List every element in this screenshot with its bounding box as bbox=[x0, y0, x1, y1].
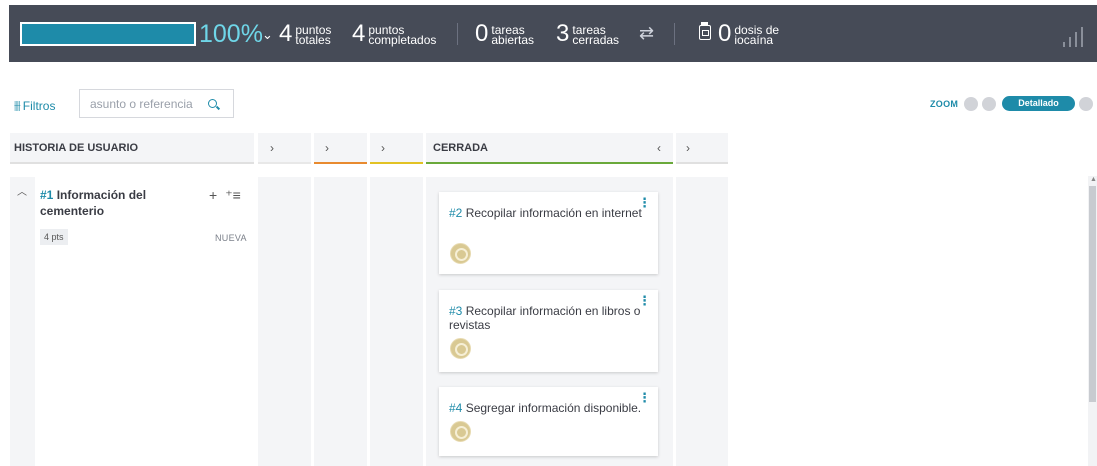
zoom-level-2[interactable] bbox=[982, 96, 997, 111]
task-card[interactable]: ⋮ #2 Recopilar información en internet bbox=[439, 192, 658, 274]
column-header-closed: CERRADA ‹ bbox=[426, 133, 673, 163]
avatar[interactable] bbox=[450, 243, 471, 264]
story-actions: + ⁺≡ bbox=[209, 187, 249, 204]
filter-sliders-icon: ⫲⫲ bbox=[14, 98, 21, 112]
story-name[interactable]: Información del cementerio bbox=[40, 188, 146, 218]
task-ref[interactable]: #3 bbox=[449, 304, 462, 318]
search-input[interactable] bbox=[90, 96, 205, 111]
column-header-collapsed-2[interactable]: › bbox=[314, 133, 367, 163]
collapse-up-icon[interactable]: ︿ bbox=[17, 183, 27, 198]
task-title[interactable]: #3 Recopilar información en libros o rev… bbox=[449, 304, 649, 332]
column-underline bbox=[370, 162, 423, 164]
task-name[interactable]: Segregar información disponible. bbox=[466, 401, 641, 415]
filters-label: Filtros bbox=[22, 98, 56, 113]
column-body-collapsed-2 bbox=[314, 177, 367, 466]
open-tasks-label: tareas abiertas bbox=[491, 22, 535, 47]
chart-bars-icon[interactable] bbox=[1061, 25, 1087, 47]
column-header-collapsed-3[interactable]: › bbox=[370, 133, 423, 163]
bulk-add-tasks-icon[interactable]: ⁺≡ bbox=[225, 187, 241, 203]
progress-bar bbox=[20, 22, 196, 46]
iocaine-stat: 0 dosis de iocaína bbox=[718, 21, 779, 47]
user-story-row: ︿ #1 Información del cementerio + ⁺≡ 4 pt… bbox=[10, 177, 254, 466]
scrollbar-thumb[interactable] bbox=[1089, 186, 1096, 402]
column-underline bbox=[676, 162, 728, 164]
divider bbox=[457, 23, 458, 45]
iocaine-label: dosis de iocaína bbox=[734, 22, 780, 47]
iocaine-value: 0 bbox=[718, 20, 732, 47]
task-ref[interactable]: #2 bbox=[449, 206, 462, 220]
total-points-label: puntos totales bbox=[295, 22, 332, 47]
progress-percent: 100% bbox=[199, 20, 263, 48]
task-ref[interactable]: #4 bbox=[449, 401, 462, 415]
zoom-level-detailed[interactable]: Detallado bbox=[1002, 96, 1075, 111]
divider bbox=[674, 23, 675, 45]
task-name[interactable]: Recopilar información en internet bbox=[466, 206, 642, 220]
search-field bbox=[79, 89, 234, 118]
open-tasks-stat: 0 tareas abiertas bbox=[475, 21, 534, 47]
total-points-value: 4 bbox=[279, 20, 293, 47]
column-body-collapsed-3 bbox=[370, 177, 423, 466]
column-title-story: HISTORIA DE USUARIO bbox=[14, 142, 139, 154]
avatar[interactable] bbox=[450, 338, 471, 359]
task-card[interactable]: ⋮ #3 Recopilar información en libros o r… bbox=[439, 290, 658, 372]
column-underline bbox=[258, 162, 311, 164]
column-header-collapsed-1[interactable]: › bbox=[258, 133, 311, 163]
completed-points-label: puntos completados bbox=[368, 22, 437, 47]
column-body-collapsed-1 bbox=[258, 177, 311, 466]
open-tasks-value: 0 bbox=[475, 20, 489, 47]
column-header-story: HISTORIA DE USUARIO bbox=[10, 133, 254, 163]
stats-bar: 100% ⌄ 4 puntos totales 4 puntos complet… bbox=[9, 5, 1097, 62]
task-title[interactable]: #2 Recopilar información en internet bbox=[449, 206, 649, 220]
collapse-arrow-icon[interactable]: ‹ bbox=[657, 141, 661, 155]
expand-arrow-icon[interactable]: › bbox=[270, 141, 274, 155]
expand-arrow-icon[interactable]: › bbox=[686, 141, 690, 155]
completed-points-stat: 4 puntos completados bbox=[352, 21, 436, 47]
zoom-level-4[interactable] bbox=[1078, 96, 1093, 111]
column-title-closed: CERRADA bbox=[433, 142, 488, 154]
zoom-level-1[interactable] bbox=[964, 96, 979, 111]
iocaine-jar-icon bbox=[699, 22, 711, 40]
search-icon[interactable] bbox=[208, 99, 217, 108]
add-task-icon[interactable]: + bbox=[209, 187, 217, 203]
filters-button[interactable]: ⫲⫲ Filtros bbox=[14, 98, 55, 113]
story-ref[interactable]: #1 bbox=[40, 188, 53, 202]
scroll-up-icon[interactable]: ▲ bbox=[1090, 176, 1097, 183]
expand-arrow-icon[interactable]: › bbox=[325, 141, 329, 155]
closed-tasks-stat: 3 tareas cerradas bbox=[556, 21, 619, 47]
zoom-control: ZOOM Detallado bbox=[930, 96, 1097, 111]
column-body-collapsed-4 bbox=[676, 177, 728, 466]
expand-arrow-icon[interactable]: › bbox=[381, 141, 385, 155]
avatar[interactable] bbox=[450, 421, 471, 442]
zoom-label: ZOOM bbox=[930, 98, 959, 109]
column-underline bbox=[426, 162, 673, 164]
story-title[interactable]: #1 Información del cementerio bbox=[40, 187, 180, 219]
chevron-down-icon[interactable]: ⌄ bbox=[262, 27, 273, 43]
task-name[interactable]: Recopilar información en libros o revist… bbox=[449, 304, 640, 332]
task-card[interactable]: ⋮ #4 Segregar información disponible. bbox=[439, 387, 658, 456]
closed-tasks-label: tareas cerradas bbox=[572, 22, 620, 47]
total-points-stat: 4 puntos totales bbox=[279, 21, 331, 47]
status-badge[interactable]: NUEVA bbox=[215, 233, 247, 243]
task-title[interactable]: #4 Segregar información disponible. bbox=[449, 401, 649, 415]
column-underline bbox=[314, 162, 367, 164]
completed-points-value: 4 bbox=[352, 20, 366, 47]
user-story-card[interactable]: #1 Información del cementerio + ⁺≡ 4 pts … bbox=[35, 177, 254, 466]
vertical-scrollbar[interactable]: ▲ bbox=[1088, 176, 1097, 466]
column-underline bbox=[10, 162, 254, 164]
points-badge: 4 pts bbox=[40, 229, 68, 245]
swap-icon[interactable]: ⇄ bbox=[639, 23, 654, 44]
closed-tasks-value: 3 bbox=[556, 20, 570, 47]
column-header-collapsed-4[interactable]: › bbox=[676, 133, 728, 163]
